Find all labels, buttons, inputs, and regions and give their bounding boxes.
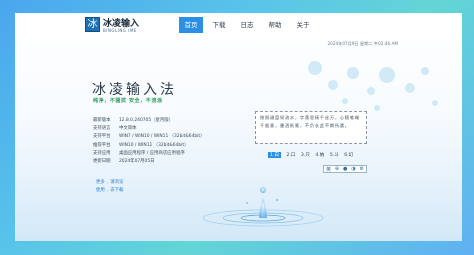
- bubble-decoration: [308, 61, 438, 111]
- water-drop-decoration: [202, 61, 438, 227]
- app-page: 冰 冰凌输入 BINGLING IME 首页 下载 日志 帮助 关于 2024年…: [15, 13, 462, 241]
